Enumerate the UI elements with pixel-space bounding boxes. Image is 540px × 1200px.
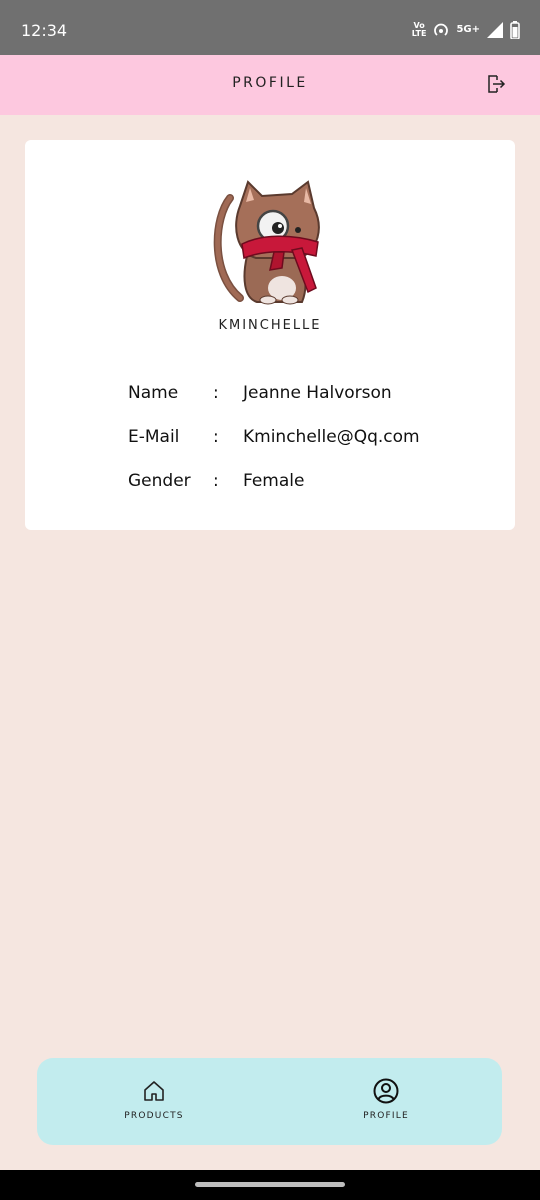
account-circle-icon: [373, 1078, 399, 1104]
info-label: E-Mail: [128, 427, 180, 447]
home-icon: [144, 1081, 164, 1101]
status-time: 12:34: [21, 21, 68, 40]
status-bar: 12:34 Vo LTE 5G+: [0, 0, 540, 55]
info-value-gender: Female: [243, 471, 305, 491]
info-value-name: Jeanne Halvorson: [243, 383, 392, 403]
app-bar: PROFILE: [0, 55, 540, 115]
info-separator: :: [213, 471, 219, 491]
cat-avatar-icon: [213, 180, 320, 305]
system-nav-bar: [0, 1170, 540, 1200]
info-separator: :: [213, 383, 219, 403]
page-title: PROFILE: [232, 75, 308, 91]
network-type: 5G+: [456, 24, 480, 35]
signal-icon: [487, 22, 503, 38]
battery-icon: [510, 21, 520, 39]
nav-item-profile[interactable]: PROFILE: [311, 1058, 461, 1145]
nav-label-profile: PROFILE: [363, 1111, 409, 1121]
bottom-nav: PRODUCTS PROFILE: [37, 1058, 502, 1145]
status-icons: Vo LTE 5G+: [412, 18, 520, 42]
nav-label-products: PRODUCTS: [124, 1111, 184, 1121]
nav-item-products[interactable]: PRODUCTS: [79, 1058, 229, 1145]
volte-icon: Vo LTE: [411, 21, 427, 38]
username: KMINCHELLE: [218, 318, 322, 333]
info-separator: :: [213, 427, 219, 447]
info-value-email: Kminchelle@Qq.com: [243, 427, 420, 447]
info-label: Gender: [128, 471, 191, 491]
profile-card: KMINCHELLE Name : Jeanne Halvorson E-Mai…: [25, 140, 515, 530]
info-label: Name: [128, 383, 179, 403]
hotspot-icon: [434, 23, 449, 36]
home-gesture-handle[interactable]: [195, 1182, 345, 1187]
logout-icon: [488, 75, 506, 93]
logout-button[interactable]: [484, 72, 508, 96]
